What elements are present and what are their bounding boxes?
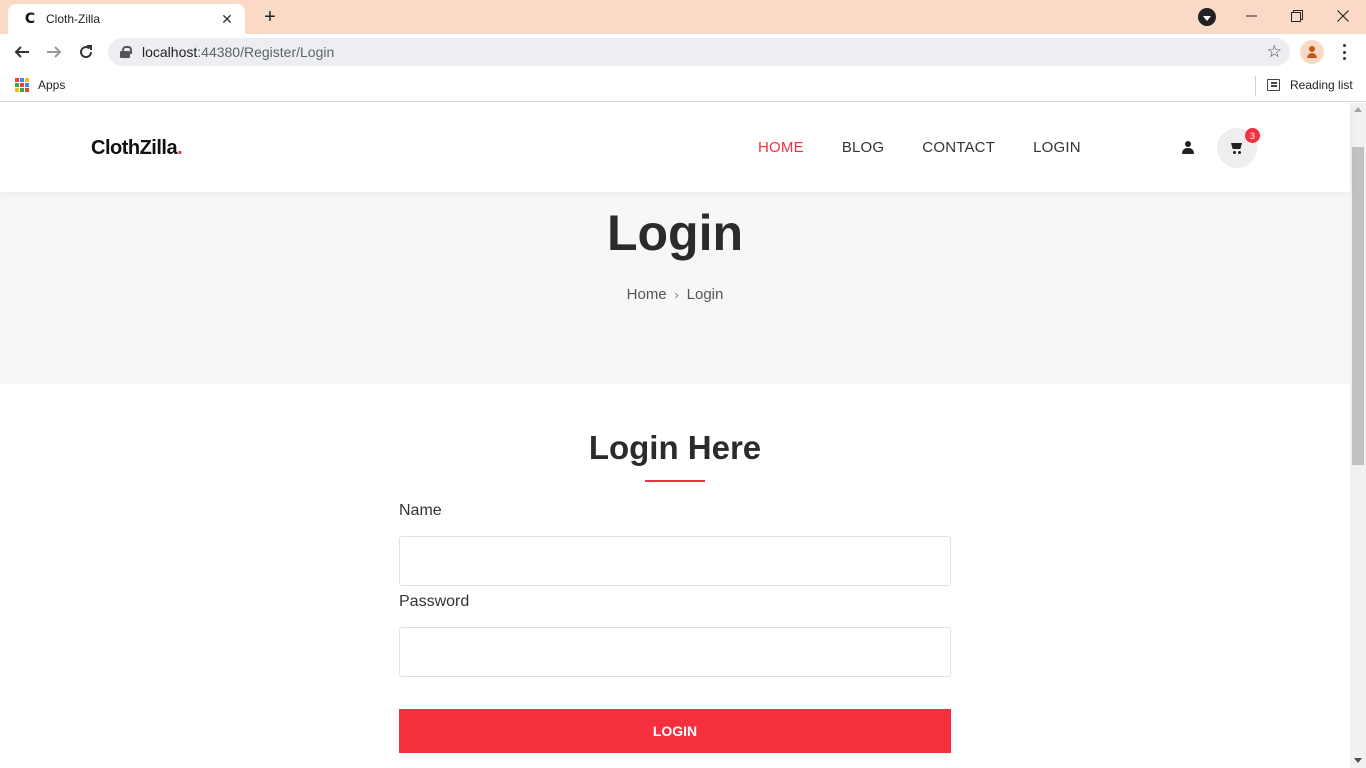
restore-icon[interactable]	[1274, 0, 1320, 32]
name-label: Name	[399, 502, 442, 519]
login-section-title: Login Here	[588, 429, 762, 466]
reading-list-button[interactable]: Reading list	[1290, 78, 1353, 92]
shopping-cart-icon	[1230, 142, 1244, 154]
page-hero: Login Home › Login	[0, 192, 1350, 384]
url-path: :44380/Register/Login	[197, 44, 335, 60]
breadcrumb-home[interactable]: Home	[627, 286, 667, 303]
scrollbar-thumb[interactable]	[1352, 147, 1364, 465]
new-tab-button[interactable]: +	[258, 6, 282, 28]
site-favicon-icon: C	[24, 11, 36, 27]
page-title: Login	[606, 205, 744, 261]
bookmarks-divider	[1255, 76, 1256, 96]
url-host: localhost	[142, 44, 198, 60]
scroll-down-arrow-icon[interactable]	[1354, 758, 1362, 763]
name-input[interactable]	[399, 536, 951, 586]
password-input[interactable]	[399, 627, 951, 677]
apps-grid-icon[interactable]	[15, 78, 29, 92]
login-form: Name Password LOGIN	[399, 502, 951, 753]
bookmarks-bar: Apps Reading list	[0, 70, 1366, 102]
back-icon[interactable]	[10, 40, 34, 64]
minimize-icon[interactable]	[1228, 0, 1274, 32]
nav-home[interactable]: HOME	[758, 139, 804, 156]
logo-dot: .	[177, 137, 183, 159]
browser-toolbar: localhost :44380/Register/Login ☆	[0, 34, 1366, 70]
breadcrumb-current: Login	[686, 286, 724, 303]
nav-blog[interactable]: BLOG	[842, 139, 884, 156]
profile-avatar-icon[interactable]	[1300, 40, 1324, 64]
reload-icon[interactable]	[74, 40, 98, 64]
tab-close-icon[interactable]: ✕	[219, 11, 235, 27]
scroll-up-arrow-icon[interactable]	[1354, 107, 1362, 112]
bookmark-star-icon[interactable]: ☆	[1267, 42, 1282, 62]
logo-text: ClothZilla	[91, 137, 178, 159]
breadcrumb: Home › Login	[0, 286, 1350, 303]
kebab-menu-icon[interactable]	[1336, 42, 1352, 62]
page-scrollbar[interactable]	[1350, 103, 1366, 768]
apps-shortcut[interactable]: Apps	[38, 78, 65, 92]
tab-search-icon[interactable]	[1198, 8, 1216, 26]
user-account-icon[interactable]	[1182, 141, 1194, 155]
nav-login[interactable]: LOGIN	[1033, 139, 1081, 156]
forward-icon[interactable]	[42, 40, 66, 64]
browser-tab-strip: C Cloth-Zilla ✕ +	[0, 0, 1366, 34]
lock-icon[interactable]	[120, 46, 132, 58]
close-icon[interactable]	[1320, 0, 1366, 32]
login-submit-button[interactable]: LOGIN	[399, 709, 951, 753]
site-header: ClothZilla. HOME BLOG CONTACT LOGIN 3	[0, 103, 1350, 192]
page-viewport: ClothZilla. HOME BLOG CONTACT LOGIN 3 Lo…	[0, 103, 1366, 768]
site-logo[interactable]: ClothZilla.	[91, 137, 183, 160]
main-nav: HOME BLOG CONTACT LOGIN	[758, 139, 1081, 156]
address-bar[interactable]: localhost :44380/Register/Login ☆	[108, 38, 1290, 66]
tab-title: Cloth-Zilla	[46, 12, 101, 26]
nav-contact[interactable]: CONTACT	[922, 139, 995, 156]
chevron-right-icon: ›	[674, 287, 679, 302]
browser-tab[interactable]: C Cloth-Zilla ✕	[8, 4, 245, 34]
title-underline	[645, 480, 705, 482]
password-label: Password	[399, 593, 470, 610]
cart-count-badge: 3	[1245, 128, 1260, 143]
reading-list-icon[interactable]	[1267, 79, 1280, 91]
